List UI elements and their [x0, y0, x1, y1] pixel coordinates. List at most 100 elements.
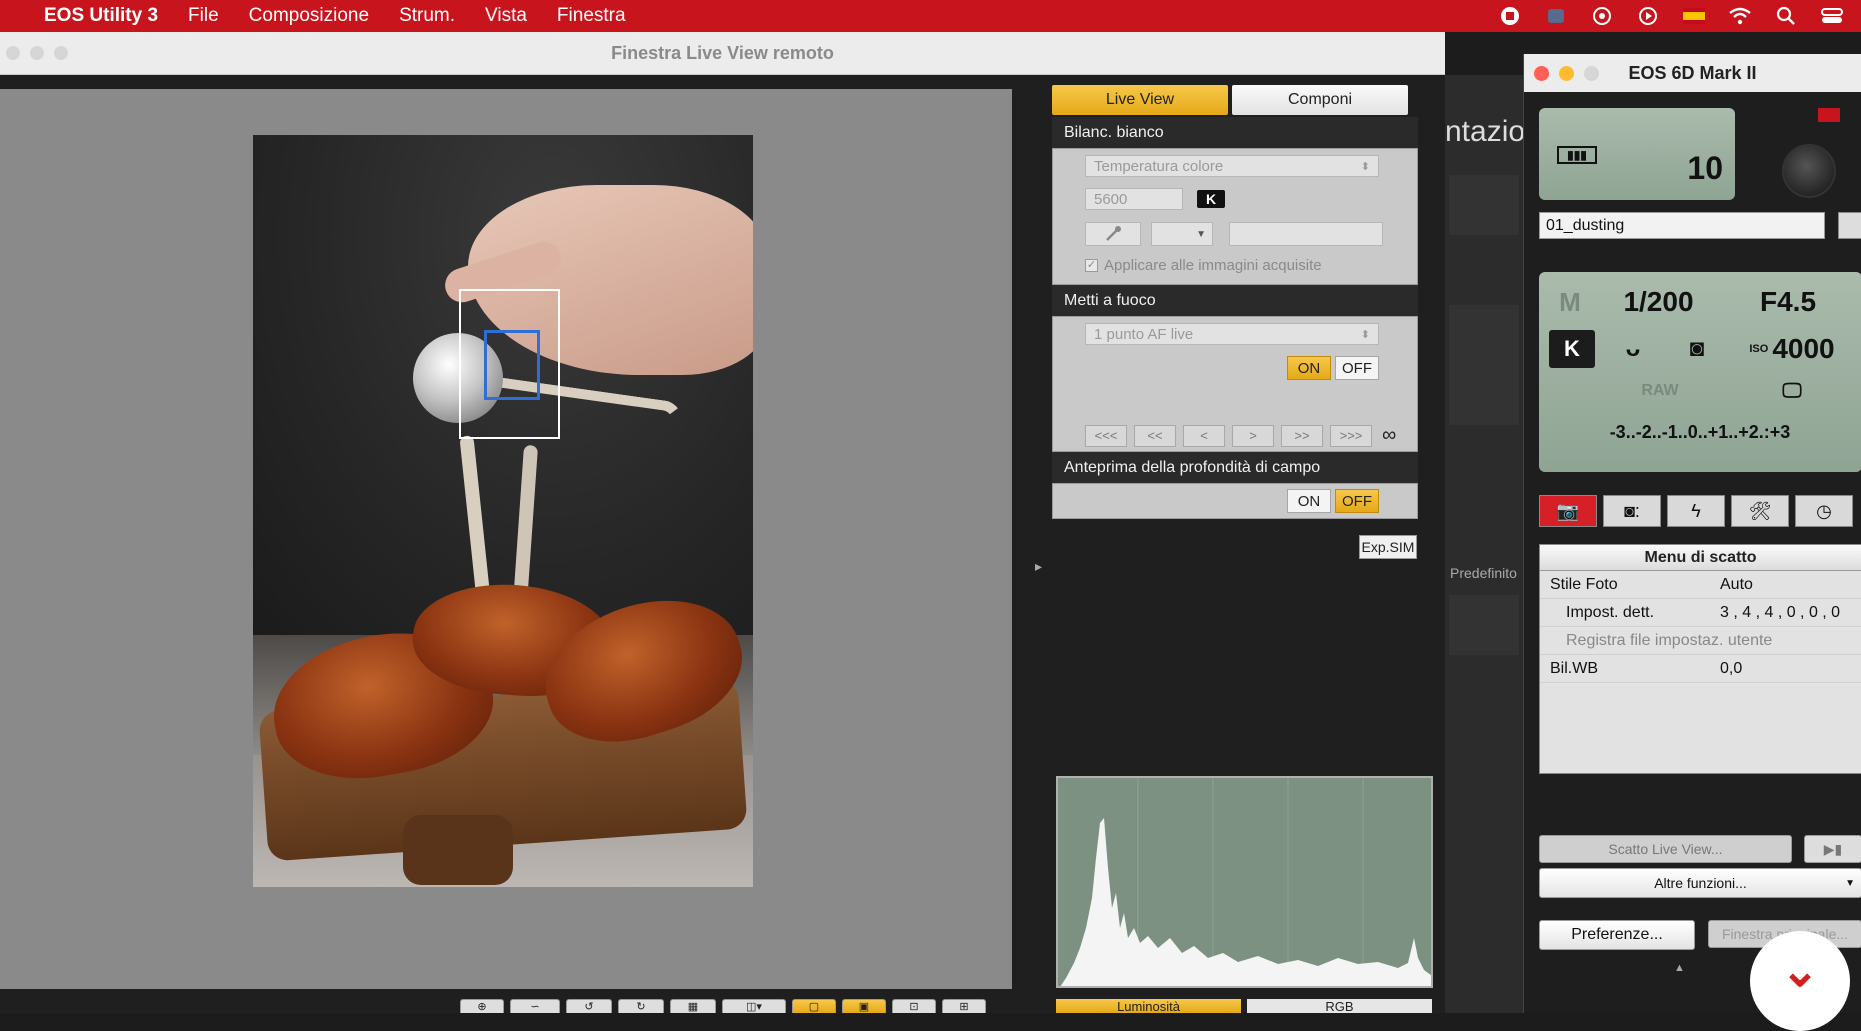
minimize-window-button[interactable] — [30, 46, 44, 60]
live-view-image[interactable] — [253, 135, 753, 887]
logo-chevron-icon: ⌄ — [1780, 944, 1820, 996]
app-tray-icon[interactable] — [1545, 6, 1567, 26]
fit-view-button[interactable]: ▣ — [842, 999, 886, 1013]
control-center-icon[interactable] — [1821, 6, 1843, 26]
focus-far-small-button[interactable]: > — [1232, 424, 1274, 447]
movie-button[interactable]: ▶▮ — [1804, 835, 1861, 863]
destination-folder-field[interactable]: 01_dusting — [1539, 212, 1825, 239]
collapse-arrow-icon[interactable]: ▲ — [1674, 962, 1685, 974]
exposure-compensation-scale[interactable]: -3..-2..-1..0..+1..+2.:+3 — [1547, 412, 1853, 452]
wifi-icon[interactable] — [1729, 6, 1751, 26]
iso-setting[interactable]: ISO 4000 — [1735, 330, 1849, 368]
metering-mode-icon[interactable]: ◙ — [1669, 330, 1725, 368]
live-view-shoot-button[interactable]: Scatto Live View... — [1539, 835, 1792, 863]
dof-on-off-toggle: ON OFF — [1287, 489, 1379, 513]
image-quality[interactable]: RAW — [1605, 376, 1715, 406]
camera-red-icon: 📷 — [1556, 500, 1580, 521]
drive-mode-icon[interactable]: ᴗ — [1605, 330, 1661, 368]
preferences-button[interactable]: Preferenze... — [1539, 920, 1695, 950]
menu-strumenti[interactable]: Strum. — [399, 5, 455, 27]
overlay-dropdown-button[interactable]: ◫▾ — [722, 999, 786, 1013]
menu-row-register-user-file[interactable]: Registra file impostaz. utente — [1540, 627, 1861, 655]
tab-componi[interactable]: Componi — [1232, 85, 1408, 115]
search-icon[interactable] — [1775, 6, 1797, 26]
af-mode-select[interactable]: 1 punto AF live ⬍ — [1085, 323, 1379, 345]
menu-finestra[interactable]: Finestra — [557, 5, 626, 27]
focus-near-medium-button[interactable]: << — [1134, 424, 1176, 447]
play-icon[interactable] — [1637, 6, 1659, 26]
menu-vista[interactable]: Vista — [485, 5, 527, 27]
rotate-left-button[interactable]: ↺ — [566, 999, 612, 1013]
white-balance-mode[interactable]: K — [1549, 330, 1595, 368]
panel-collapse-arrow-icon[interactable]: ▸ — [1035, 558, 1042, 575]
wb-preset-dropdown[interactable]: ▼ — [1151, 222, 1213, 246]
flag-icon[interactable] — [1683, 6, 1705, 26]
wb-custom-field[interactable] — [1229, 222, 1383, 246]
live-preview-area[interactable] — [0, 89, 1012, 989]
tab-shooting-menu[interactable]: 📷 — [1539, 495, 1597, 527]
camera-menu-tabs: 📷 ◙: ϟ 🛠 ◷ — [1539, 495, 1853, 527]
zoom-10x-button[interactable]: ⊞ — [942, 999, 986, 1013]
dof-on-button[interactable]: ON — [1287, 489, 1331, 513]
tab-tools[interactable]: 🛠 — [1731, 495, 1789, 527]
tab-camera-settings[interactable]: ◙: — [1603, 495, 1661, 527]
focus-near-large-button[interactable]: <<< — [1085, 424, 1127, 447]
zoom-window-button[interactable] — [1584, 66, 1599, 81]
overlay-icon: ◫▾ — [746, 1001, 762, 1013]
menu-composizione[interactable]: Composizione — [249, 5, 369, 27]
menu-file[interactable]: File — [188, 5, 219, 27]
menu-row-wb-shift[interactable]: Bil.WB 0,0 — [1540, 655, 1861, 683]
shutter-release-button[interactable] — [1782, 144, 1836, 198]
white-balance-header: Bilanc. bianco — [1052, 117, 1418, 148]
folder-browse-icon[interactable] — [1838, 212, 1861, 239]
crosshair-tool-button[interactable]: ⊕ — [460, 999, 504, 1013]
shooting-mode[interactable]: M — [1547, 282, 1593, 322]
minimize-window-button[interactable] — [1559, 66, 1574, 81]
other-functions-button[interactable]: Altre funzioni... ▼ — [1539, 868, 1861, 898]
focus-far-large-button[interactable]: >>> — [1330, 424, 1372, 447]
focus-off-button[interactable]: OFF — [1335, 356, 1379, 380]
zoom-5x-button[interactable]: ⊡ — [892, 999, 936, 1013]
live-view-titlebar: Finestra Live View remoto — [0, 32, 1445, 75]
dof-off-button[interactable]: OFF — [1335, 489, 1379, 513]
eyedropper-button[interactable] — [1085, 222, 1141, 246]
focus-on-button[interactable]: ON — [1287, 356, 1331, 380]
infinity-icon: ∞ — [1382, 424, 1397, 446]
histogram-graph — [1060, 778, 1431, 986]
focus-near-small-button[interactable]: < — [1183, 424, 1225, 447]
zoom-10x-icon: ⊞ — [959, 1001, 969, 1013]
kelvin-input[interactable]: 5600 — [1085, 188, 1183, 210]
menu-app-name[interactable]: EOS Utility 3 — [44, 5, 158, 27]
menu-row-picture-style[interactable]: Stile Foto Auto — [1540, 571, 1861, 599]
focus-far-medium-button[interactable]: >> — [1281, 424, 1323, 447]
tab-luminosity[interactable]: Luminosità — [1056, 999, 1241, 1014]
af-frame-button[interactable]: ▢ — [792, 999, 836, 1013]
camera-status-lcd: ▮▮▮ 10 — [1539, 108, 1735, 200]
record-icon[interactable] — [1499, 6, 1521, 26]
close-window-button[interactable] — [1534, 66, 1549, 81]
select-arrows-icon: ⬍ — [1360, 160, 1370, 173]
histogram — [1056, 776, 1433, 988]
tab-flash[interactable]: ϟ — [1667, 495, 1725, 527]
zoom-window-button[interactable] — [54, 46, 68, 60]
tab-rgb[interactable]: RGB — [1247, 999, 1432, 1014]
aperture-value[interactable]: F4.5 — [1727, 282, 1849, 322]
tab-live-view[interactable]: Live View — [1052, 85, 1228, 115]
focus-drive-buttons: <<< << < > >> >>> ∞ — [1085, 424, 1396, 447]
tab-timer[interactable]: ◷ — [1795, 495, 1853, 527]
af-point-frame[interactable] — [484, 330, 540, 400]
eyedropper-icon — [1106, 226, 1121, 241]
shutter-speed[interactable]: 1/200 — [1601, 282, 1716, 322]
pc-transfer-icon[interactable]: 🖵 — [1735, 376, 1849, 406]
window-title: Finestra Live View remoto — [611, 42, 834, 63]
movie-icon: ▶▮ — [1823, 840, 1843, 857]
curve-tool-button[interactable]: ∽ — [510, 999, 560, 1013]
grid-button[interactable]: ▦ — [670, 999, 716, 1013]
grid-icon: ▦ — [687, 1001, 699, 1013]
wb-mode-select[interactable]: Temperatura colore ⬍ — [1085, 155, 1379, 177]
close-window-button[interactable] — [6, 46, 20, 60]
rotate-right-button[interactable]: ↻ — [618, 999, 664, 1013]
apply-to-captured-checkbox[interactable]: ✓ Applicare alle immagini acquisite — [1085, 257, 1322, 274]
menu-row-detail-settings[interactable]: Impost. dett. 3 , 4 , 4 , 0 , 0 , 0 — [1540, 599, 1861, 627]
cloud-sync-icon[interactable] — [1591, 6, 1613, 26]
